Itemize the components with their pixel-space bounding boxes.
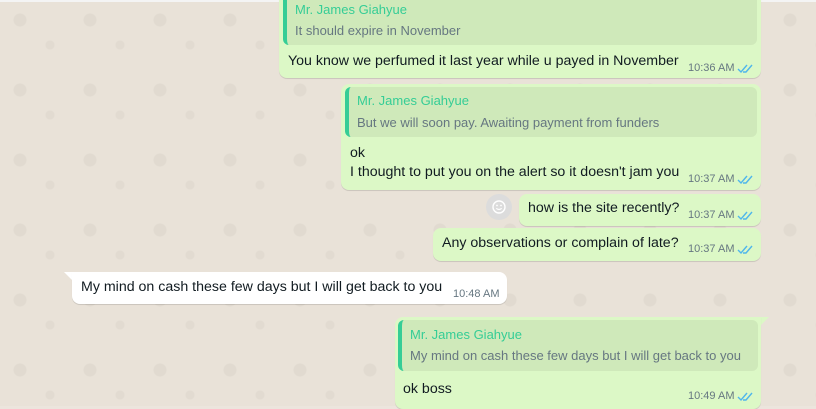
message-text-line: I thought to put you on the alert so it … (350, 164, 680, 180)
read-ticks-icon (737, 175, 753, 185)
quoted-text: But we will soon pay. Awaiting payment f… (357, 115, 660, 130)
message-text: ok boss (403, 381, 452, 397)
message-bubble-outgoing[interactable]: Mr. James Giahyue My mind on cash these … (395, 317, 761, 409)
message-text-line: ok (350, 145, 365, 161)
quoted-message[interactable]: Mr. James Giahyue My mind on cash these … (398, 320, 758, 371)
message-text: Any observations or complain of late? (442, 235, 679, 251)
message-bubble-outgoing[interactable]: how is the site recently? 10:37 AM (519, 194, 761, 226)
read-ticks-icon (737, 64, 753, 74)
quoted-author: Mr. James Giahyue (295, 2, 407, 17)
message-bubble-outgoing[interactable]: Mr. James Giahyue It should expire in No… (279, 0, 761, 78)
quoted-message[interactable]: Mr. James Giahyue But we will soon pay. … (345, 87, 757, 137)
message-time: 10:48 AM (453, 288, 500, 300)
message-bubble-outgoing[interactable]: Mr. James Giahyue But we will soon pay. … (341, 84, 761, 190)
message-bubble-incoming[interactable]: My mind on cash these few days but I wil… (72, 272, 507, 304)
smiley-icon[interactable] (486, 194, 512, 220)
read-ticks-icon (737, 245, 753, 255)
quoted-author: Mr. James Giahyue (410, 327, 522, 342)
message-time: 10:36 AM (688, 62, 735, 74)
message-time: 10:37 AM (688, 173, 735, 185)
message-bubble-outgoing[interactable]: Any observations or complain of late? 10… (433, 228, 761, 261)
read-ticks-icon (737, 392, 753, 402)
message-time: 10:37 AM (688, 209, 735, 221)
bubble-tail (760, 317, 769, 326)
message-text: My mind on cash these few days but I wil… (81, 279, 443, 295)
message-time: 10:37 AM (688, 243, 735, 255)
message-text: You know we perfumed it last year while … (288, 53, 679, 69)
message-text: how is the site recently? (528, 200, 680, 216)
quoted-author: Mr. James Giahyue (357, 93, 469, 108)
quoted-text: It should expire in November (295, 23, 461, 38)
quoted-message[interactable]: Mr. James Giahyue It should expire in No… (283, 0, 757, 45)
read-ticks-icon (737, 211, 753, 221)
quoted-text: My mind on cash these few days but I wil… (410, 348, 741, 363)
message-time: 10:49 AM (688, 390, 735, 402)
smiley-icon-glyph (492, 200, 506, 214)
